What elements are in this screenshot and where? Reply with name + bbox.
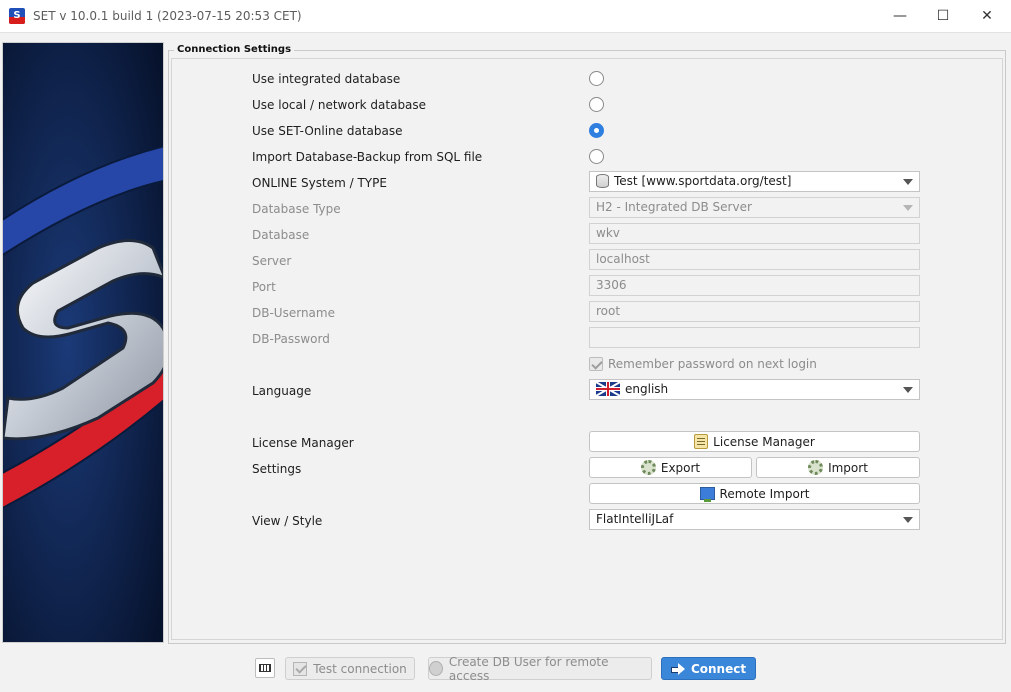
local-network-db-radio[interactable]: [589, 97, 604, 112]
set-logo-banner: [2, 42, 164, 643]
integrated-db-radio[interactable]: [589, 71, 604, 86]
database-field[interactable]: wkv: [589, 223, 920, 244]
online-system-value: Test [www.sportdata.org/test]: [614, 174, 792, 188]
port-label: Port: [252, 280, 276, 294]
db-password-label: DB-Password: [252, 332, 330, 346]
db-password-field[interactable]: [589, 327, 920, 348]
database-label: Database: [252, 228, 310, 242]
set-logo-graphic: [3, 43, 163, 642]
license-manager-button-label: License Manager: [713, 434, 815, 449]
uk-flag-icon: [596, 381, 620, 396]
close-button[interactable]: ✕: [964, 0, 1010, 32]
create-db-user-button[interactable]: Create DB User for remote access: [428, 654, 652, 683]
license-manager-button[interactable]: License Manager: [589, 431, 920, 452]
window-title: SET v 10.0.1 build 1 (2023-07-15 20:53 C…: [33, 9, 302, 23]
connect-button[interactable]: Connect: [661, 657, 756, 680]
db-type-value: H2 - Integrated DB Server: [596, 200, 752, 214]
export-button[interactable]: Export: [589, 457, 752, 478]
import-backup-label: Import Database-Backup from SQL file: [252, 150, 483, 164]
local-network-db-label: Use local / network database: [252, 98, 427, 112]
db-username-label: DB-Username: [252, 306, 335, 320]
view-style-label: View / Style: [252, 514, 323, 528]
language-value: english: [625, 382, 669, 396]
set-online-db-label: Use SET-Online database: [252, 124, 403, 138]
remember-password-checkbox[interactable]: [589, 357, 603, 371]
checkmark-icon: [293, 661, 308, 676]
view-style-select[interactable]: FlatIntelliJLaf: [589, 509, 920, 530]
create-db-user-label: Create DB User for remote access: [448, 654, 609, 683]
arrow-right-icon: [670, 662, 685, 675]
set-online-db-radio[interactable]: [589, 123, 604, 138]
view-style-value: FlatIntelliJLaf: [596, 512, 674, 526]
gear-icon: [808, 460, 824, 475]
settings-label: Settings: [252, 462, 302, 476]
test-connection-button[interactable]: Test connection: [285, 657, 415, 680]
connection-settings-panel: [171, 58, 1003, 640]
maximize-button[interactable]: ☐: [920, 0, 966, 32]
online-system-select[interactable]: Test [www.sportdata.org/test]: [589, 171, 920, 192]
db-type-select[interactable]: H2 - Integrated DB Server: [589, 197, 920, 218]
remote-import-button[interactable]: Remote Import: [589, 483, 920, 504]
keyboard-icon: [259, 664, 271, 672]
port-field[interactable]: 3306: [589, 275, 920, 296]
license-icon: [694, 434, 709, 449]
remote-import-button-label: Remote Import: [719, 486, 810, 501]
db-username-field[interactable]: root: [589, 301, 920, 322]
language-label: Language: [252, 384, 312, 398]
chevron-down-icon: [903, 387, 913, 393]
export-button-label: Export: [660, 460, 701, 475]
group-title: Connection Settings: [174, 44, 295, 55]
server-label: Server: [252, 254, 292, 268]
import-backup-radio[interactable]: [589, 149, 604, 164]
db-user-icon: [429, 661, 443, 676]
chevron-down-icon: [903, 517, 913, 523]
license-manager-label: License Manager: [252, 436, 354, 450]
remember-password-label: Remember password on next login: [608, 357, 817, 371]
keyboard-button[interactable]: [255, 658, 275, 678]
integrated-db-label: Use integrated database: [252, 72, 401, 86]
connect-label: Connect: [690, 661, 747, 676]
database-icon: [596, 173, 609, 188]
monitor-icon: [699, 487, 715, 502]
app-icon: S: [9, 8, 25, 24]
chevron-down-icon: [903, 179, 913, 185]
test-connection-label: Test connection: [313, 661, 407, 676]
db-type-label: Database Type: [252, 202, 341, 216]
minimize-button[interactable]: —: [877, 0, 923, 32]
online-system-label: ONLINE System / TYPE: [252, 176, 387, 190]
title-bar: S SET v 10.0.1 build 1 (2023-07-15 20:53…: [0, 0, 1011, 33]
chevron-down-icon: [903, 205, 913, 211]
import-button-label: Import: [828, 460, 868, 475]
server-field[interactable]: localhost: [589, 249, 920, 270]
gear-icon: [640, 460, 656, 475]
language-select[interactable]: english: [589, 379, 920, 400]
import-button[interactable]: Import: [756, 457, 920, 478]
